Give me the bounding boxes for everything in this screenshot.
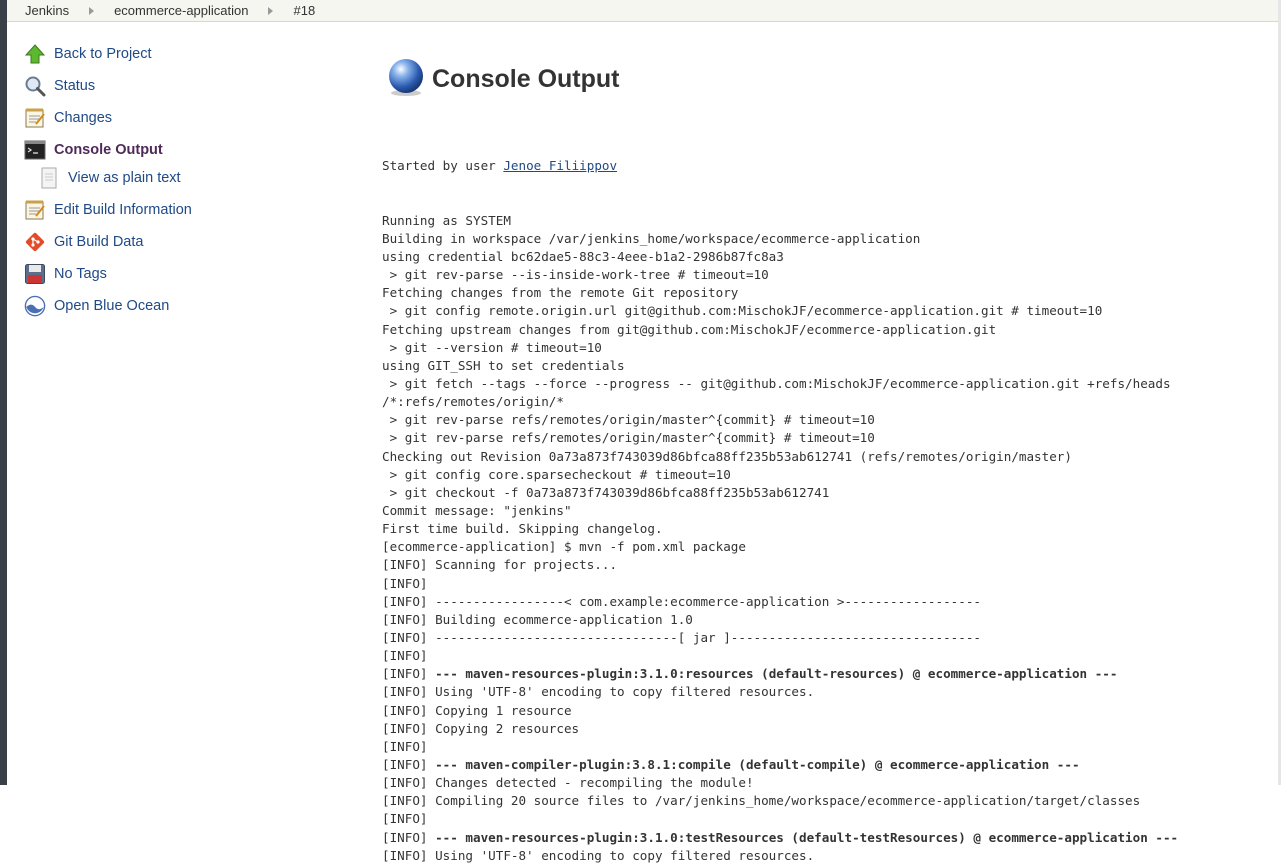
- console-line: Checking out Revision 0a73a873f743039d86…: [382, 448, 1072, 464]
- sidebar-item-console-output[interactable]: Console Output: [24, 134, 324, 166]
- sidebar-item-status[interactable]: Status: [24, 70, 324, 102]
- git-icon: [24, 231, 46, 253]
- notepad-icon: [24, 199, 46, 221]
- console-line-prefix: [INFO]: [382, 756, 436, 772]
- console-line: [INFO] --- maven-compiler-plugin:3.8.1:c…: [382, 756, 1271, 774]
- console-line-bold: --- maven-compiler-plugin:3.8.1:compile …: [435, 756, 1080, 772]
- console-line: [INFO] Changes detected - recompiling th…: [382, 775, 754, 791]
- sidebar-item-label[interactable]: Open Blue Ocean: [54, 298, 169, 314]
- sidebar-item-no-tags[interactable]: No Tags: [24, 258, 324, 290]
- console-line: using GIT_SSH to set credentials: [382, 357, 625, 373]
- console-line: Building in workspace /var/jenkins_home/…: [382, 230, 921, 246]
- sidebar-item-label[interactable]: Status: [54, 78, 95, 94]
- console-line: [INFO]: [382, 648, 428, 664]
- console-line: > git rev-parse refs/remotes/origin/mast…: [382, 430, 875, 446]
- console-line: [INFO] --- maven-resources-plugin:3.1.0:…: [382, 665, 1271, 683]
- console-line: Started by user Jenoe Filiippov: [382, 157, 1271, 175]
- console-line-prefix: [INFO]: [382, 666, 436, 682]
- document-icon: [40, 167, 58, 189]
- sidebar-item-label[interactable]: Console Output: [54, 142, 163, 158]
- up-arrow-icon: [24, 43, 46, 65]
- main-panel: Console Output Started by user Jenoe Fil…: [382, 56, 1271, 865]
- console-line: > git fetch --tags --force --progress --…: [382, 376, 1171, 392]
- console-line: [INFO] Copying 2 resources: [382, 720, 580, 736]
- console-line: [ecommerce-application] $ mvn -f pom.xml…: [382, 539, 746, 555]
- console-started-prefix: Started by user: [382, 158, 504, 174]
- sidebar-item-label[interactable]: Edit Build Information: [54, 202, 192, 218]
- console-line: > git config remote.origin.url git@githu…: [382, 303, 1103, 319]
- page-title: Console Output: [432, 64, 620, 93]
- console-line: > git config core.sparsecheckout # timeo…: [382, 466, 731, 482]
- sidebar: Back to Project Status Changes Console O…: [24, 38, 324, 322]
- console-line: [INFO] -----------------< com.example:ec…: [382, 593, 981, 609]
- console-line-bold: --- maven-resources-plugin:3.1.0:resourc…: [435, 666, 1118, 682]
- console-line: [INFO] Using 'UTF-8' encoding to copy fi…: [382, 847, 815, 863]
- breadcrumb-jenkins[interactable]: Jenkins: [21, 3, 73, 18]
- left-edge-strip: [0, 0, 7, 785]
- console-line: [INFO] Using 'UTF-8' encoding to copy fi…: [382, 684, 815, 700]
- console-line: using credential bc62dae5-88c3-4eee-b1a2…: [382, 249, 784, 265]
- floppy-icon: [24, 263, 46, 285]
- console-output: Started by user Jenoe Filiippov Running …: [382, 121, 1271, 865]
- breadcrumb-build[interactable]: #18: [289, 3, 319, 18]
- notepad-icon: [24, 107, 46, 129]
- sidebar-item-back-to-project[interactable]: Back to Project: [24, 38, 324, 70]
- breadcrumb-job[interactable]: ecommerce-application: [110, 3, 252, 18]
- magnifier-icon: [24, 75, 46, 97]
- console-line: Commit message: "jenkins": [382, 503, 572, 519]
- breadcrumb-chevron-icon[interactable]: [268, 6, 274, 15]
- page-header: Console Output: [382, 56, 1271, 102]
- sidebar-item-open-blue-ocean[interactable]: Open Blue Ocean: [24, 290, 324, 322]
- console-line: > git --version # timeout=10: [382, 339, 602, 355]
- sidebar-item-view-plain-text[interactable]: View as plain text: [40, 166, 324, 190]
- sidebar-item-git-build-data[interactable]: Git Build Data: [24, 226, 324, 258]
- console-line: First time build. Skipping changelog.: [382, 521, 663, 537]
- sidebar-item-label[interactable]: Git Build Data: [54, 234, 143, 250]
- breadcrumb-chevron-icon[interactable]: [89, 6, 95, 15]
- console-line: > git rev-parse --is-inside-work-tree # …: [382, 267, 769, 283]
- console-line: [INFO] Scanning for projects...: [382, 557, 618, 573]
- blue-ball-icon: [386, 57, 426, 102]
- console-line: [INFO] Copying 1 resource: [382, 702, 572, 718]
- console-line: [INFO] Compiling 20 source files to /var…: [382, 793, 1141, 809]
- console-line: [INFO] --- maven-resources-plugin:3.1.0:…: [382, 829, 1271, 847]
- console-line-bold: --- maven-resources-plugin:3.1.0:testRes…: [435, 829, 1179, 845]
- console-line: Running as SYSTEM: [382, 212, 511, 228]
- sidebar-item-changes[interactable]: Changes: [24, 102, 324, 134]
- console-line: [INFO]: [382, 738, 428, 754]
- sidebar-item-label[interactable]: View as plain text: [68, 170, 181, 186]
- console-line: [INFO]: [382, 575, 428, 591]
- breadcrumb: Jenkins ecommerce-application #18: [7, 0, 1278, 22]
- console-line: [INFO] Building ecommerce-application 1.…: [382, 611, 693, 627]
- console-line: Fetching changes from the remote Git rep…: [382, 285, 739, 301]
- blue-ocean-icon: [24, 295, 46, 317]
- console-line: /*:refs/remotes/origin/*: [382, 394, 564, 410]
- console-line: Fetching upstream changes from git@githu…: [382, 321, 997, 337]
- sidebar-item-edit-build-info[interactable]: Edit Build Information: [24, 194, 324, 226]
- console-line: [INFO] --------------------------------[…: [382, 630, 981, 645]
- sidebar-item-label[interactable]: Changes: [54, 110, 112, 126]
- sidebar-item-label[interactable]: No Tags: [54, 266, 107, 282]
- console-line: > git rev-parse refs/remotes/origin/mast…: [382, 412, 875, 428]
- console-line: > git checkout -f 0a73a873f743039d86bfca…: [382, 484, 830, 500]
- started-by-user-link[interactable]: Jenoe Filiippov: [503, 158, 617, 173]
- console-line: [INFO]: [382, 811, 428, 827]
- sidebar-item-label[interactable]: Back to Project: [54, 46, 152, 62]
- console-line-prefix: [INFO]: [382, 829, 436, 845]
- terminal-icon: [24, 139, 46, 161]
